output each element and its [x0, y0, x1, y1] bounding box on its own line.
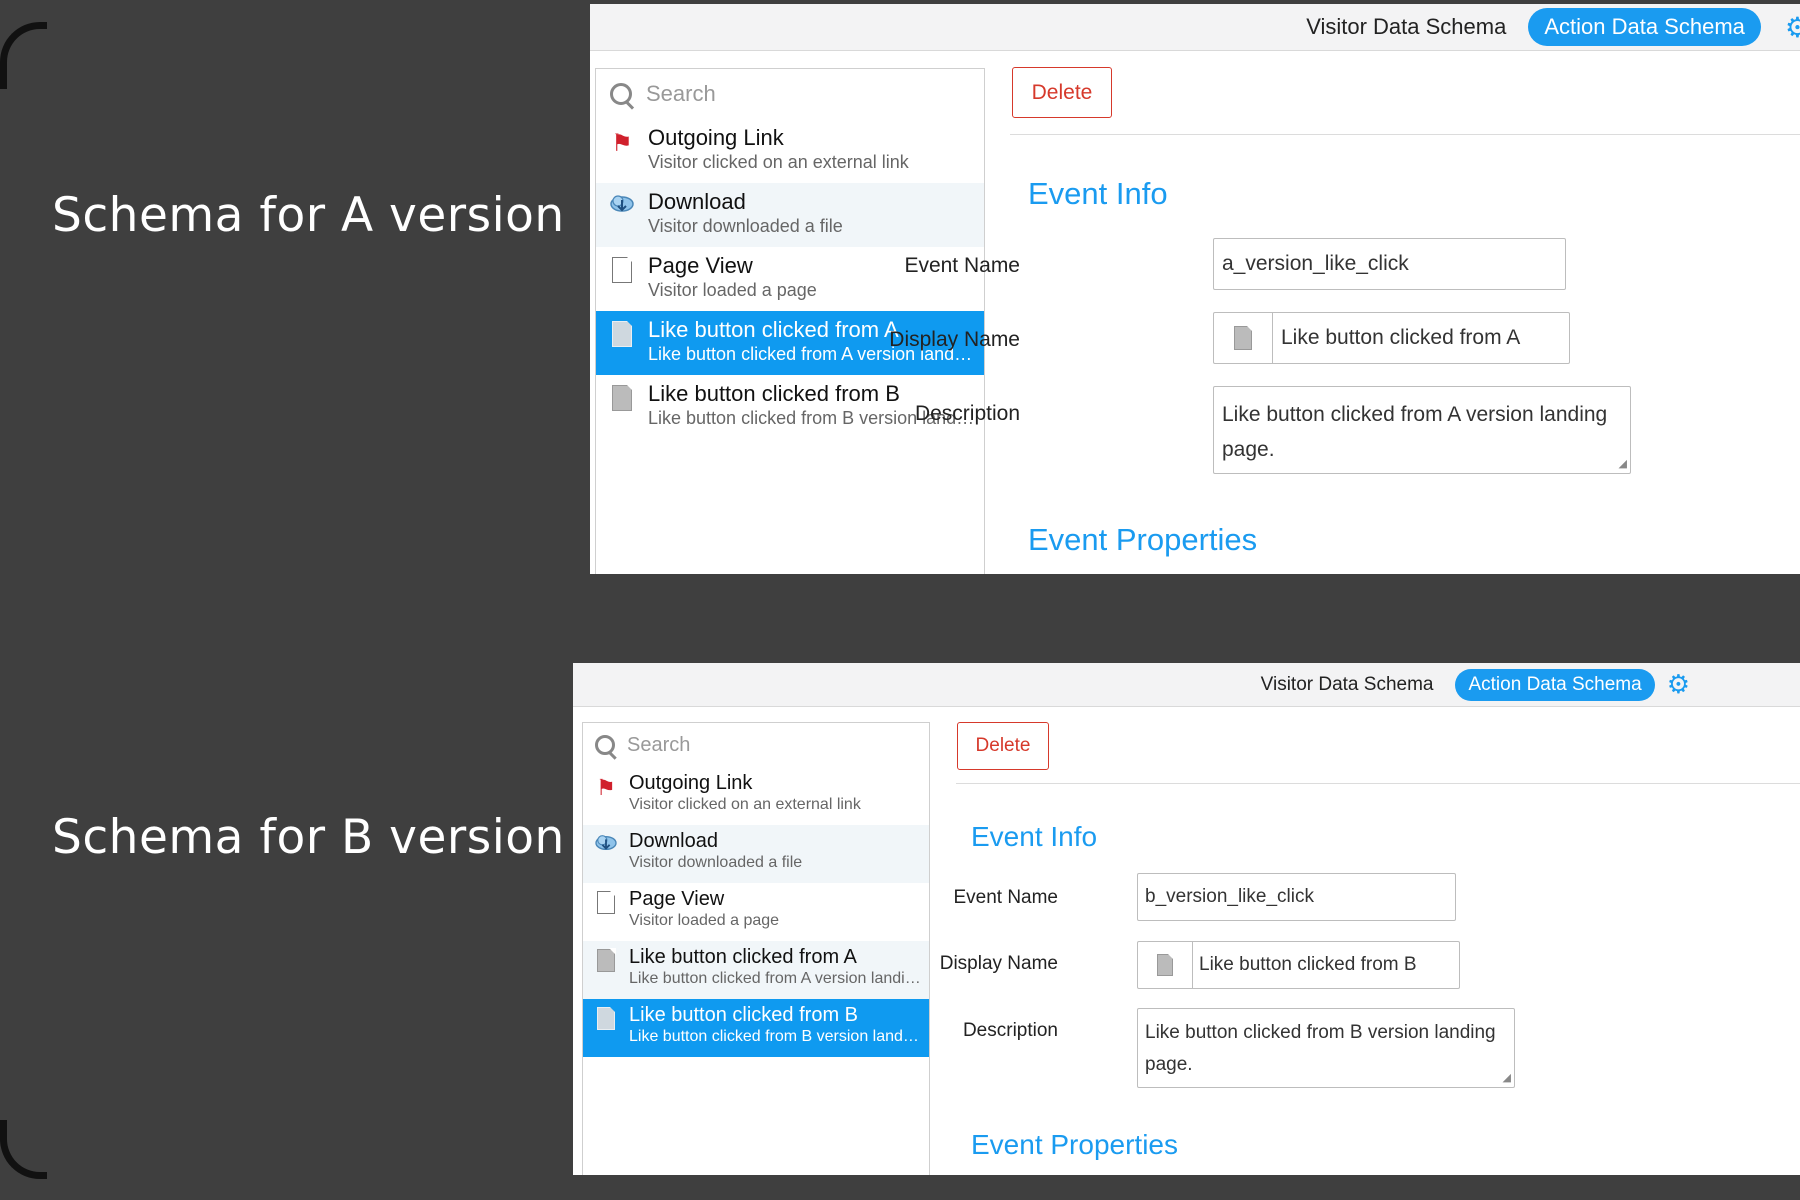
description-field[interactable]: Like button clicked from A version landi… [1213, 386, 1631, 474]
resize-handle-icon[interactable]: ◢ [1503, 1073, 1511, 1084]
list-item-subtitle: Visitor downloaded a file [629, 854, 803, 871]
event-info-heading: Event Info [971, 821, 1098, 852]
description-value: Like button clicked from A version landi… [1222, 403, 1608, 461]
event-name-label: Event Name [953, 887, 1058, 908]
slide-corner-bottom-left [0, 1120, 47, 1179]
screenshot-schema-b: Visitor Data Schema Action Data Schema ⚙… [573, 663, 1800, 1175]
event-name-label: Event Name [904, 254, 1020, 277]
event-list-sidebar: Search ⚑ Outgoing Link Visitor clicked o… [595, 68, 985, 574]
list-item-subtitle: Visitor downloaded a file [648, 216, 843, 236]
event-properties-heading: Event Properties [971, 1129, 1178, 1160]
list-item-subtitle: Visitor loaded a page [629, 912, 780, 929]
list-item-subtitle: Like button clicked from A version landi… [629, 970, 929, 987]
label-schema-a: Schema for A version [52, 188, 565, 243]
list-item-title: Outgoing Link [648, 125, 784, 150]
description-field[interactable]: Like button clicked from B version landi… [1137, 1008, 1515, 1088]
list-item-title: Download [648, 189, 746, 214]
list-item-like-button-a[interactable]: Like button clicked from A Like button c… [583, 941, 929, 999]
list-item-title: Download [629, 830, 718, 852]
description-label: Description [962, 1020, 1058, 1041]
slide-corner-top-left [0, 22, 47, 89]
cloud-download-icon [595, 835, 617, 851]
document-icon [612, 384, 633, 411]
document-icon [1157, 953, 1174, 976]
document-icon [597, 948, 616, 972]
display-name-field[interactable]: Like button clicked from B [1137, 941, 1460, 989]
tab-action-data-schema[interactable]: Action Data Schema [1528, 8, 1761, 46]
list-item-subtitle: Like button clicked from B version landi… [629, 1028, 929, 1045]
display-name-field[interactable]: Like button clicked from A [1213, 312, 1570, 364]
event-name-field[interactable]: b_version_like_click [1137, 873, 1456, 921]
description-label: Description [914, 402, 1020, 425]
document-icon [612, 320, 633, 347]
search-box[interactable]: Search [596, 69, 984, 119]
display-name-value: Like button clicked from B [1199, 954, 1417, 975]
display-name-label: Display Name [889, 328, 1020, 351]
gear-icon[interactable]: ⚙ [1667, 669, 1690, 700]
search-placeholder: Search [627, 733, 691, 756]
gear-icon[interactable]: ⚙ [1785, 11, 1800, 44]
tab-action-data-schema[interactable]: Action Data Schema [1455, 668, 1655, 701]
list-item-title: Like button clicked from B [629, 1004, 858, 1026]
event-name-field[interactable]: a_version_like_click [1213, 238, 1566, 290]
display-name-value: Like button clicked from A [1281, 326, 1521, 349]
search-icon [595, 735, 615, 755]
list-item-subtitle: Visitor loaded a page [648, 280, 817, 300]
search-placeholder: Search [646, 81, 716, 106]
event-list-sidebar: Search ⚑ Outgoing Link Visitor clicked o… [582, 722, 930, 1175]
list-item-subtitle: Visitor clicked on an external link [629, 796, 861, 813]
search-box[interactable]: Search [583, 723, 929, 767]
flag-icon: ⚑ [611, 130, 633, 157]
tab-visitor-data-schema[interactable]: Visitor Data Schema [1306, 14, 1506, 40]
page-icon [612, 256, 633, 283]
list-item-title: Like button clicked from A [629, 946, 857, 968]
label-schema-b: Schema for B version [52, 810, 565, 865]
list-item-download[interactable]: Download Visitor downloaded a file [596, 183, 984, 247]
list-item-outgoing-link[interactable]: ⚑ Outgoing Link Visitor clicked on an ex… [596, 119, 984, 183]
screenshot-schema-a: Visitor Data Schema Action Data Schema ⚙… [590, 4, 1800, 574]
list-item-like-button-b[interactable]: Like button clicked from B Like button c… [583, 999, 929, 1057]
list-item-subtitle: Visitor clicked on an external link [648, 152, 909, 172]
top-bar: Visitor Data Schema Action Data Schema ⚙ [590, 4, 1800, 51]
list-item-page-view[interactable]: Page View Visitor loaded a page [583, 883, 929, 941]
delete-button[interactable]: Delete [957, 722, 1049, 770]
top-bar: Visitor Data Schema Action Data Schema ⚙ [573, 663, 1800, 707]
cloud-download-icon [610, 195, 634, 212]
icon-picker-button[interactable] [1214, 313, 1273, 363]
document-icon [1234, 325, 1253, 350]
divider [1010, 134, 1800, 135]
resize-handle-icon[interactable]: ◢ [1619, 459, 1627, 470]
flag-icon: ⚑ [596, 775, 616, 800]
list-item-outgoing-link[interactable]: ⚑ Outgoing Link Visitor clicked on an ex… [583, 767, 929, 825]
event-properties-heading: Event Properties [1028, 522, 1258, 557]
page-icon [597, 890, 616, 914]
delete-button[interactable]: Delete [1012, 67, 1112, 118]
event-info-heading: Event Info [1028, 176, 1168, 211]
tab-visitor-data-schema[interactable]: Visitor Data Schema [1261, 674, 1434, 696]
icon-picker-button[interactable] [1138, 942, 1193, 988]
search-icon [610, 83, 632, 105]
description-value: Like button clicked from B version landi… [1145, 1022, 1496, 1075]
list-item-download[interactable]: Download Visitor downloaded a file [583, 825, 929, 883]
list-item-title: Outgoing Link [629, 772, 753, 794]
document-icon [597, 1006, 616, 1030]
list-item-title: Page View [629, 888, 725, 910]
divider [956, 783, 1800, 784]
display-name-label: Display Name [939, 953, 1058, 974]
